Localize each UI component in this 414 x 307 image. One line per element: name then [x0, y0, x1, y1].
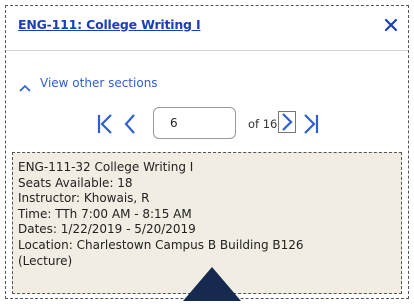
last-page-icon[interactable]: [303, 114, 319, 138]
seats-available: Seats Available: 18: [18, 175, 133, 190]
location: Location: Charlestown Campus B Building …: [18, 237, 304, 252]
first-page-icon[interactable]: [97, 114, 113, 138]
popup-header: ENG-111: College Writing I: [6, 6, 408, 50]
dates: Dates: 1/22/2019 - 5/20/2019: [18, 222, 196, 237]
section-pager: of 16: [6, 105, 408, 141]
meeting-time: Time: TTh 7:00 AM - 8:15 AM: [18, 206, 192, 221]
next-page-icon[interactable]: [278, 111, 296, 133]
course-section-popup: ENG-111: College Writing I View other se…: [5, 5, 409, 299]
page-total-label: of 16: [248, 117, 278, 131]
view-other-sections-toggle[interactable]: View other sections: [18, 74, 158, 92]
page-number-input[interactable]: [153, 107, 236, 139]
view-other-sections-label: View other sections: [40, 76, 158, 90]
prev-page-icon[interactable]: [124, 114, 136, 138]
tooltip-pointer: [183, 267, 241, 301]
close-icon[interactable]: [382, 16, 400, 34]
instructor: Instructor: Khowais, R: [18, 191, 150, 206]
course-title-link[interactable]: ENG-111: College Writing I: [18, 17, 201, 32]
header-divider: [6, 50, 408, 51]
section-name: ENG-111-32 College Writing I: [18, 160, 194, 174]
chevron-up-icon: [18, 78, 32, 92]
